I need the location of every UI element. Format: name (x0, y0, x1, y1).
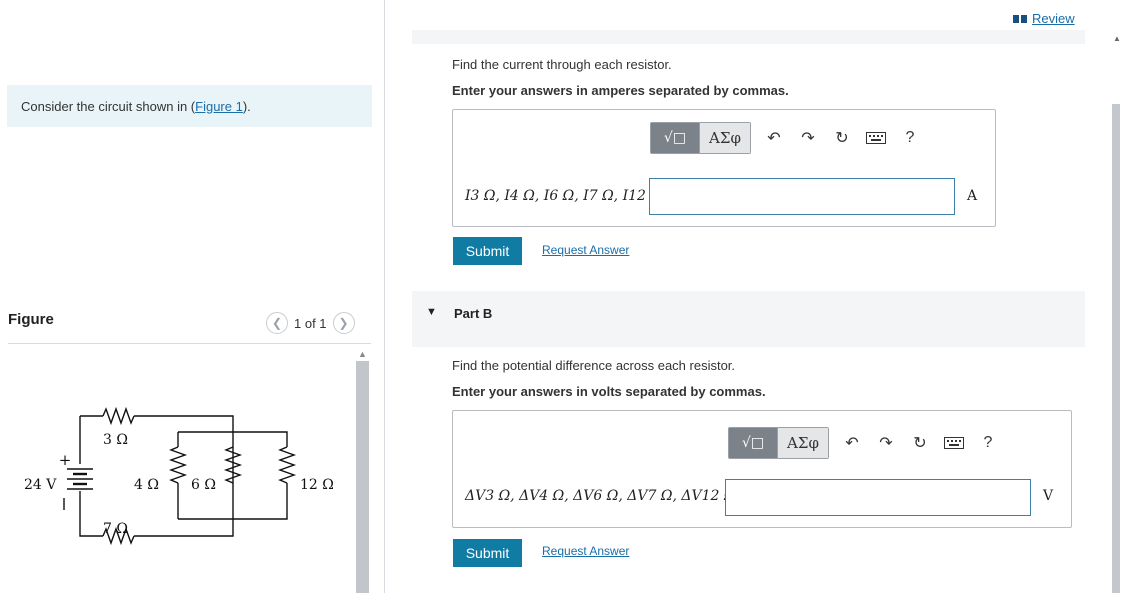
templates-button[interactable]: √□ (651, 123, 699, 153)
undo-icon[interactable]: ↶ (757, 128, 791, 148)
redo-icon[interactable]: ↷ (791, 128, 825, 148)
resistor-3-zigzag (102, 406, 135, 426)
part-a-submit-button[interactable]: Submit (453, 237, 522, 265)
part-b-submit-button[interactable]: Submit (453, 539, 522, 567)
figure-scrollbar[interactable]: ▲ (356, 347, 369, 593)
book-icon (1013, 14, 1027, 23)
intro-prefix: Consider the circuit shown in ( (21, 99, 196, 114)
figure-scroll-thumb[interactable] (356, 361, 369, 593)
part-a-instruction: Enter your answers in amperes separated … (452, 83, 789, 98)
resistor-4-zigzag (168, 446, 188, 484)
figure-link[interactable]: Figure 1 (195, 99, 243, 114)
wire-bottom-left (79, 491, 103, 537)
keyboard-icon[interactable] (937, 437, 971, 449)
part-a-answer-box: √□ ΑΣφ ↶ ↷ ↻ ? I3 Ω, I4 Ω, I6 Ω, I7 Ω, I… (452, 109, 996, 227)
figure-pager: ❮ 1 of 1 ❯ (266, 312, 355, 334)
figure-title: Figure (8, 311, 54, 328)
reset-icon[interactable]: ↻ (825, 128, 859, 148)
part-b-question: Find the potential difference across eac… (452, 358, 736, 373)
part-a-answer-input[interactable] (649, 178, 955, 215)
part-a-answer-label: I3 Ω, I4 Ω, I6 Ω, I7 Ω, I12 Ω = (465, 188, 679, 204)
intro-suffix: ). (242, 99, 251, 114)
resistor-12-zigzag (277, 446, 297, 484)
symbols-button[interactable]: ΑΣφ (699, 123, 750, 153)
intro-text: Consider the circuit shown in (Figure 1)… (21, 99, 251, 114)
part-b-instruction: Enter your answers in volts separated by… (452, 384, 766, 399)
battery-plus-sign: + (59, 451, 72, 469)
part-a-template-group: √□ ΑΣφ (650, 122, 751, 154)
help-icon[interactable]: ? (971, 434, 1005, 452)
reset-icon[interactable]: ↻ (903, 433, 937, 453)
r7-label: 7 Ω (103, 521, 128, 537)
problem-intro: Consider the circuit shown in (Figure 1)… (7, 85, 372, 127)
r6-label: 6 Ω (191, 477, 216, 493)
part-b-request-answer-link[interactable]: Request Answer (542, 544, 629, 558)
prev-figure-button[interactable]: ❮ (266, 312, 288, 334)
collapse-chevron-icon[interactable]: ▼ (426, 306, 437, 318)
part-b-answer-box: √□ ΑΣφ ↶ ↷ ↻ ? ΔV3 Ω, ΔV4 Ω, ΔV6 Ω, ΔV7 … (452, 410, 1072, 528)
undo-icon[interactable]: ↶ (835, 433, 869, 453)
figure-counter: 1 of 1 (294, 315, 327, 331)
help-icon[interactable]: ? (893, 129, 927, 147)
part-b-template-group: √□ ΑΣφ (728, 427, 829, 459)
next-figure-button[interactable]: ❯ (332, 312, 355, 334)
symbols-button[interactable]: ΑΣφ (777, 428, 828, 458)
r3-label: 3 Ω (103, 432, 128, 448)
figure-divider (8, 343, 371, 344)
review-link[interactable]: Review (1032, 11, 1075, 26)
page-scroll-up-icon[interactable]: ▲ (1113, 34, 1121, 43)
part-b-answer-label: ΔV3 Ω, ΔV4 Ω, ΔV6 Ω, ΔV7 Ω, ΔV12 Ω = (465, 488, 752, 504)
part-a-unit: A (967, 188, 978, 204)
part-b-title: Part B (454, 306, 493, 321)
part-a-header-band (412, 30, 1085, 44)
redo-icon[interactable]: ↷ (869, 433, 903, 453)
part-a-question: Find the current through each resistor. (452, 57, 672, 72)
circuit-diagram: + 24 V 3 Ω 4 Ω 6 Ω 12 Ω 7 Ω (24, 406, 334, 546)
r12-label: 12 Ω (300, 477, 334, 493)
review-link-group[interactable]: Review (1013, 11, 1075, 26)
templates-button[interactable]: √□ (729, 428, 777, 458)
part-b-toolbar: √□ ΑΣφ ↶ ↷ ↻ ? (728, 427, 1005, 459)
battery-label: 24 V (24, 477, 57, 493)
panel-divider (384, 0, 385, 593)
scroll-up-icon[interactable]: ▲ (358, 349, 367, 359)
page-scrollbar[interactable]: ▲ (1110, 28, 1122, 593)
page-scroll-thumb[interactable] (1112, 104, 1120, 593)
part-a-request-answer-link[interactable]: Request Answer (542, 243, 629, 257)
keyboard-icon[interactable] (859, 132, 893, 144)
part-b-unit: V (1043, 488, 1054, 504)
r4-label: 4 Ω (134, 477, 159, 493)
part-b-answer-input[interactable] (725, 479, 1031, 516)
part-b-header[interactable]: ▼ Part B (412, 291, 1085, 347)
part-a-toolbar: √□ ΑΣφ ↶ ↷ ↻ ? (650, 122, 927, 154)
